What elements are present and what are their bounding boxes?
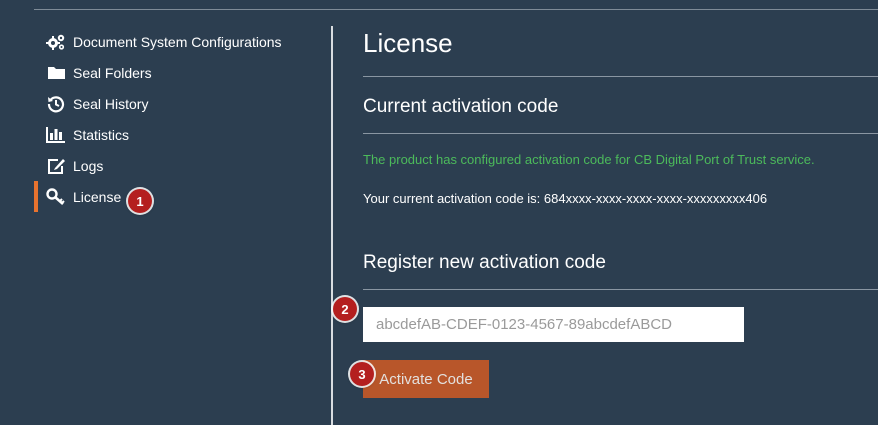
step-badge-3: 3 [350,362,374,386]
sidebar-item-label: Document System Configurations [73,33,282,50]
sidebar-item-license[interactable]: License [0,181,330,212]
edit-icon [46,156,66,176]
section-divider [363,289,878,290]
title-divider [363,76,878,77]
top-divider [34,9,878,10]
sidebar-item-logs[interactable]: Logs [0,150,330,181]
folder-icon [46,63,66,83]
activation-code-input[interactable] [363,307,744,342]
history-icon [46,94,66,114]
current-code-text: Your current activation code is: 684xxxx… [363,191,768,206]
section-divider [363,133,878,134]
key-icon [46,187,66,207]
step-badge-1: 1 [128,189,152,213]
current-code-heading: Current activation code [363,96,559,117]
sidebar-item-seal-folders[interactable]: Seal Folders [0,57,330,88]
sidebar-item-label: Logs [73,157,104,174]
sidebar-item-document-system-configurations[interactable]: Document System Configurations [0,26,330,57]
sidebar-item-label: Seal Folders [73,64,152,81]
sidebar: Document System Configurations Seal Fold… [0,26,330,212]
sidebar-item-label: Statistics [73,126,130,143]
vertical-divider [331,26,333,425]
sidebar-item-statistics[interactable]: Statistics [0,119,330,150]
activate-code-button[interactable]: Activate Code [363,360,489,398]
step-badge-2: 2 [333,297,357,321]
status-message: The product has configured activation co… [363,152,815,167]
bar-chart-icon [46,125,66,145]
sidebar-item-label: Seal History [73,95,149,112]
register-code-heading: Register new activation code [363,252,606,273]
sidebar-item-seal-history[interactable]: Seal History [0,88,330,119]
page-title: License [363,28,453,58]
sidebar-item-label: License [73,188,122,205]
gears-icon [46,32,66,52]
